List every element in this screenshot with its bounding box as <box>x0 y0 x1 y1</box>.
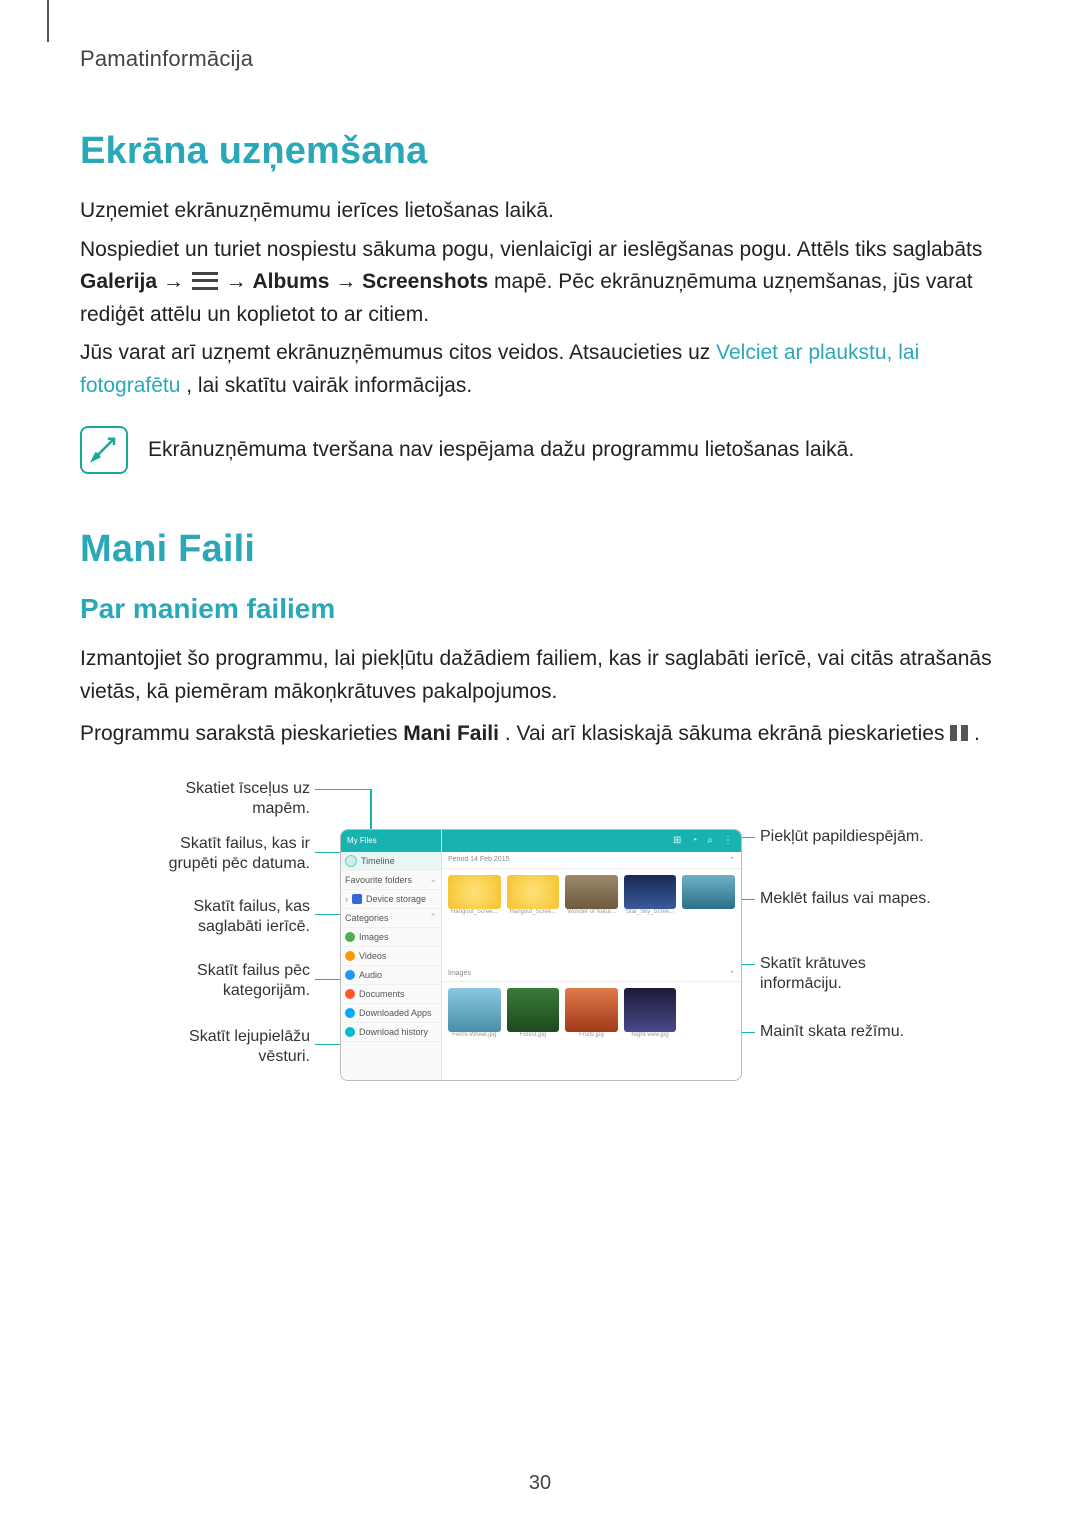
section-title-screenshot: Ekrāna uzņemšana <box>80 130 1000 173</box>
callout-search: Meklēt failus vai mapes. <box>760 889 950 909</box>
note-icon <box>80 426 128 474</box>
sidebar-videos: Videos <box>341 947 441 966</box>
callout-stored-on-device: Skatīt failus, kas saglabāti ierīcē. <box>140 897 310 937</box>
arrow: → <box>335 270 362 293</box>
note-text: Ekrānuzņēmuma tveršana nav iespējama daž… <box>148 434 854 467</box>
callout-download-history: Skatīt lejupielāžu vēsturi. <box>140 1027 310 1067</box>
grid-view-icon: ⊞ <box>673 835 681 846</box>
sidebar-categories: Categories⌃ <box>341 909 441 928</box>
thumb-row-1: Hangout_Scree... Hangout_Scree... Wonder… <box>442 869 741 967</box>
subsection-title-about: Par maniem failiem <box>80 593 1000 625</box>
device-main: ⊞ ◔ ⌕ ⋮ Period 14 Feb 2015⌃ Hangout_Scre… <box>442 830 741 1080</box>
sidebar-downloaded: Downloaded Apps <box>341 1004 441 1023</box>
annotated-screenshot: Skatiet īsceļus uz mapēm. Skatīt failus,… <box>140 779 940 1109</box>
sidebar-history: Download history <box>341 1023 441 1042</box>
arrow: → <box>163 270 190 293</box>
section-title-myfiles: Mani Faili <box>80 528 1000 571</box>
text: Programmu sarakstā pieskarieties <box>80 722 403 745</box>
text: . Vai arī klasiskajā sākuma ekrānā piesk… <box>505 722 950 745</box>
storage-icon: ◔ <box>691 835 697 846</box>
device-mockup: My Files Timeline Favourite folders⌄ › D… <box>340 829 742 1081</box>
page-content: Pamatinformācija Ekrāna uzņemšana Uzņemi… <box>80 46 1000 1109</box>
sidebar-device-storage: › Device storage <box>341 890 441 909</box>
callout-by-category: Skatīt failus pēc kategorijām. <box>140 961 310 1001</box>
search-icon: ⌕ <box>707 835 713 846</box>
label: Documents <box>359 989 405 999</box>
text: , lai skatītu vairāk informācijas. <box>186 374 472 397</box>
callout-more-options: Piekļūt papildiespējām. <box>760 827 950 847</box>
gallery-label: Galerija <box>80 270 157 293</box>
label: Favourite folders <box>345 875 412 885</box>
label: Audio <box>359 970 382 980</box>
label: Device storage <box>366 894 426 904</box>
callout-view-mode: Mainīt skata režīmu. <box>760 1022 950 1042</box>
text: . <box>974 722 980 745</box>
sidebar-timeline: Timeline <box>341 852 441 871</box>
section2-p2: Programmu sarakstā pieskarieties Mani Fa… <box>80 718 1000 751</box>
more-icon: ⋮ <box>723 835 733 846</box>
callout-storage-info: Skatīt krātuves informāciju. <box>760 954 950 994</box>
sidebar-favourite: Favourite folders⌄ <box>341 871 441 890</box>
label: Videos <box>359 951 386 961</box>
section1-p1: Uzņemiet ekrānuzņēmumu ierīces lietošana… <box>80 195 1000 228</box>
text: Nospiediet un turiet nospiestu sākuma po… <box>80 238 982 261</box>
sidebar-documents: Documents <box>341 985 441 1004</box>
section1-p3: Jūs varat arī uzņemt ekrānuzņēmumus cito… <box>80 337 1000 402</box>
page-number: 30 <box>0 1472 1080 1495</box>
label: Download history <box>359 1027 428 1037</box>
text: Jūs varat arī uzņemt ekrānuzņēmumus cito… <box>80 341 716 364</box>
sidebar-images: Images <box>341 928 441 947</box>
page-binding-mark <box>47 0 49 42</box>
thumb-row-2: Ferris-Wheel.jpg Forest.jpg Fruits.jpg N… <box>442 982 741 1080</box>
label: Images <box>359 932 389 942</box>
label: Timeline <box>361 856 395 866</box>
callout-grouped-by-date: Skatīt failus, kas ir grupēti pēc datuma… <box>140 834 310 874</box>
label: Downloaded Apps <box>359 1008 432 1018</box>
sidebar-audio: Audio <box>341 966 441 985</box>
device-toolbar: ⊞ ◔ ⌕ ⋮ <box>442 830 741 852</box>
page-header: Pamatinformācija <box>80 46 1000 72</box>
section1-p2: Nospiediet un turiet nospiestu sākuma po… <box>80 234 1000 332</box>
device-date-row: Period 14 Feb 2015⌃ <box>442 852 741 869</box>
section2-p1: Izmantojiet šo programmu, lai piekļūtu d… <box>80 643 1000 708</box>
app-grid-icon <box>950 725 968 741</box>
manifaili-label: Mani Faili <box>403 722 499 745</box>
label: Categories <box>345 913 389 923</box>
note-block: Ekrānuzņēmuma tveršana nav iespējama daž… <box>80 426 1000 474</box>
arrow: → <box>226 270 253 293</box>
device-sidebar: My Files Timeline Favourite folders⌄ › D… <box>341 830 442 1080</box>
sidebar-title: My Files <box>341 830 441 852</box>
callout-shortcuts: Skatiet īsceļus uz mapēm. <box>140 779 310 819</box>
device-images-row: Images⌃ <box>442 967 741 982</box>
hamburger-icon <box>192 272 218 290</box>
screenshots-label: Screenshots <box>362 270 488 293</box>
connector <box>315 789 370 791</box>
albums-label: Albums <box>252 270 329 293</box>
